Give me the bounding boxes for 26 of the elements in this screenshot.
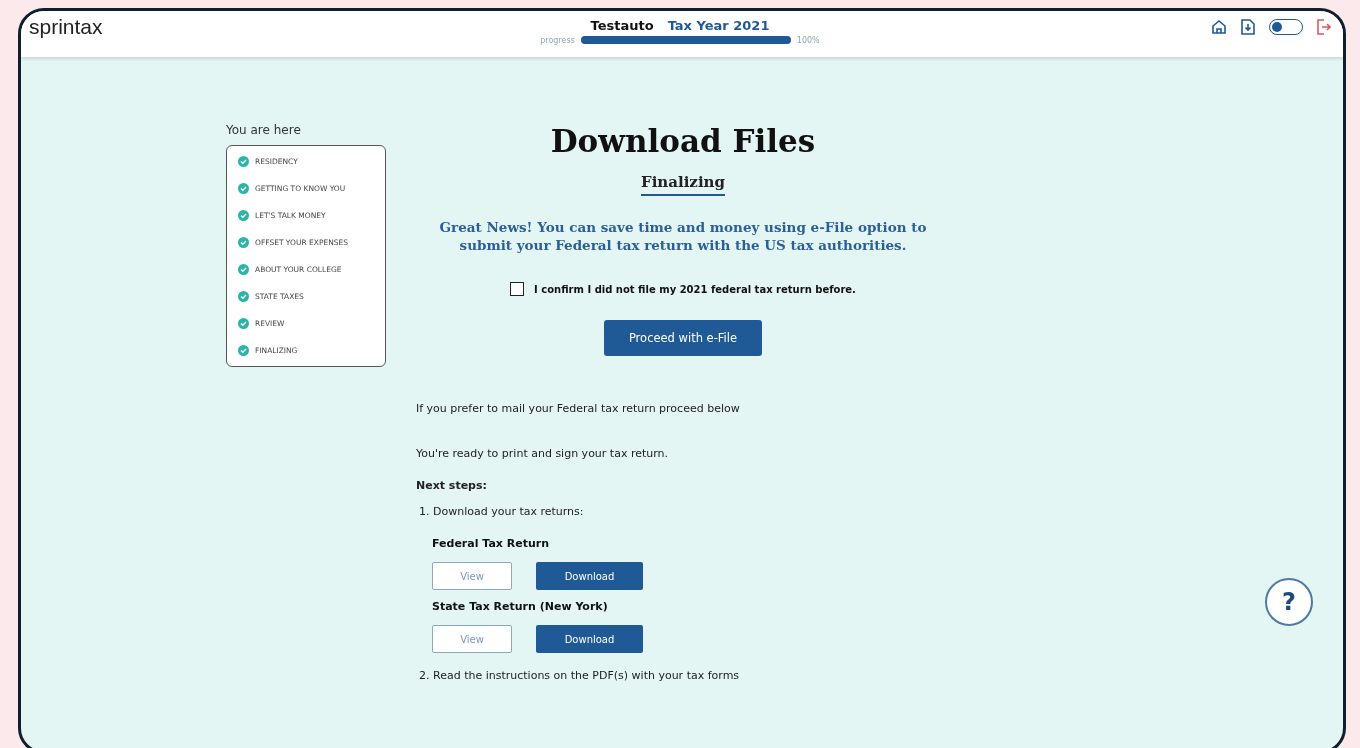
tax-year: Tax Year 2021	[667, 17, 770, 33]
notice-text: Great News! You can save time and money using e-File option to submit your Federal tax return with the US tax authorities.	[438, 218, 928, 255]
user-name: Testauto	[590, 17, 654, 33]
help-button[interactable]: ?	[1265, 578, 1313, 626]
next-steps-heading: Next steps:	[416, 479, 488, 493]
download-file-icon[interactable]	[1241, 19, 1255, 35]
efile-button[interactable]: Proceed with e-File	[604, 320, 762, 357]
step-text: 1. Download your tax returns:	[418, 505, 585, 519]
download-button[interactable]: Download	[536, 625, 643, 654]
logout-icon[interactable]	[1317, 19, 1331, 35]
return-title: Federal Tax Return	[432, 537, 551, 551]
step-text: 2. Read the instructions on the PDF(s) with your tax forms	[418, 669, 741, 683]
mail-text: If you prefer to mail your Federal tax return proceed below	[416, 402, 741, 416]
progress-reading: 100%	[796, 35, 820, 45]
confirm-label: I confirm I did not file my 2021 federal tax return before.	[534, 283, 856, 295]
home-icon[interactable]	[1211, 19, 1227, 35]
logo[interactable]: sprintax	[29, 15, 529, 39]
page-title: Download Files	[550, 123, 816, 159]
section-subtitle: Finalizing	[641, 173, 725, 196]
confirm-checkbox[interactable]	[510, 282, 525, 297]
sidebar-title: You are here	[226, 123, 302, 137]
ready-text: You're ready to print and sign your tax return.	[416, 447, 670, 461]
return-title: State Tax Return (New York)	[432, 600, 609, 614]
theme-toggle[interactable]	[1269, 19, 1303, 35]
download-button[interactable]: Download	[536, 562, 643, 591]
progress-label: progress	[540, 35, 575, 45]
